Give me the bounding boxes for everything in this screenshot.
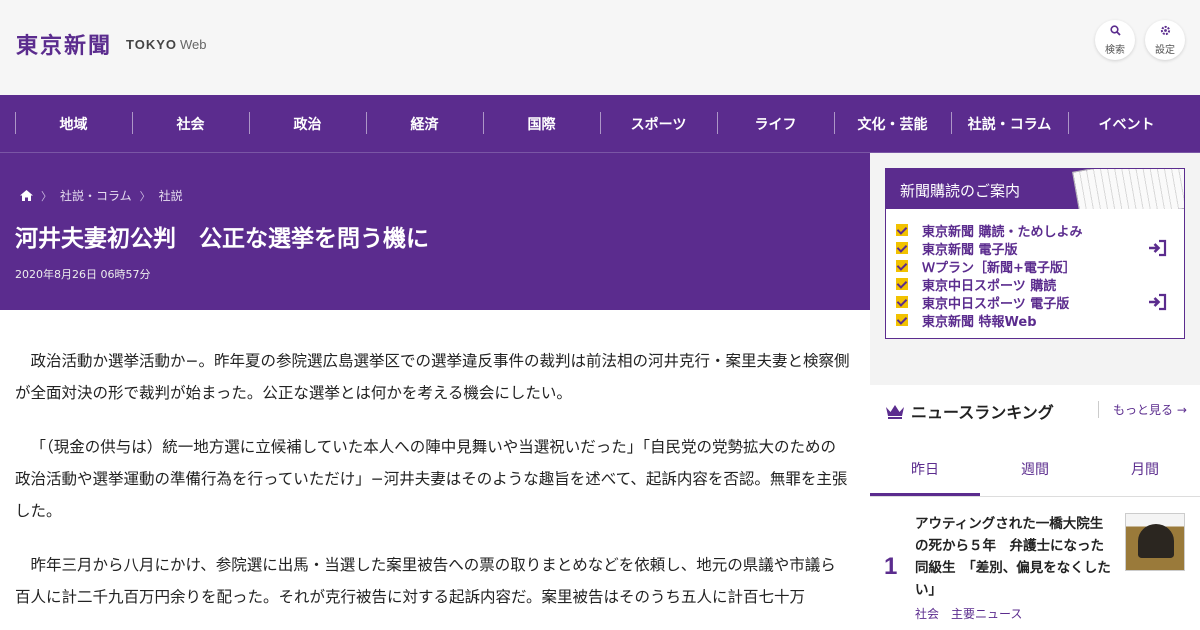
logo-english: TOKYO Web — [126, 36, 207, 52]
ranking-tag[interactable]: 主要ニュース — [951, 605, 1022, 622]
nav-item-economy[interactable]: 経済 — [366, 111, 483, 134]
subscription-link[interactable]: 東京新聞 購読・ためしよみ — [896, 221, 1083, 240]
subscription-link[interactable]: 東京新聞 電子版 — [896, 239, 1083, 258]
nav-item-international[interactable]: 国際 — [483, 111, 600, 134]
newspaper-image — [1072, 169, 1184, 209]
breadcrumb-separator: 〉 — [41, 189, 52, 203]
article-paragraph: 昨年三月から八月にかけ、参院選に出馬・当選した案里被告への票の取りまとめなどを依… — [15, 556, 836, 606]
tab-yesterday[interactable]: 昨日 — [870, 445, 980, 496]
subscription-link[interactable]: 東京中日スポーツ 購読 — [896, 275, 1083, 294]
home-icon[interactable] — [20, 190, 33, 201]
article-header: 〉 社説・コラム 〉 社説 河井夫妻初公判 公正な選挙を問う機に 2020年8月… — [0, 153, 870, 310]
nav-item-region[interactable]: 地域 — [15, 111, 132, 134]
settings-button[interactable]: 設定 — [1145, 20, 1185, 60]
breadcrumb: 〉 社説・コラム 〉 社説 — [20, 187, 183, 204]
subscription-list: 東京新聞 購読・ためしよみ 東京新聞 電子版 Ｗプラン［新聞+電子版］ 東京中日… — [896, 221, 1083, 330]
nav-item-editorial[interactable]: 社説・コラム — [951, 111, 1068, 134]
ranking-number: 1 — [884, 553, 898, 580]
settings-label: 設定 — [1155, 44, 1175, 56]
article-title: 河井夫妻初公判 公正な選挙を問う機に — [15, 226, 429, 252]
gear-icon — [1160, 25, 1171, 39]
ranking-title: ニュースランキング — [911, 403, 1054, 422]
site-header: 東京新聞 TOKYO Web 検索 設定 — [0, 0, 1200, 95]
news-ranking: ニュースランキング もっと見る → 昨日 週間 月間 1 アウティングされた一橋… — [870, 385, 1200, 630]
site-logo[interactable]: 東京新聞 TOKYO Web — [16, 28, 207, 60]
check-icon — [896, 260, 908, 272]
check-icon — [896, 224, 908, 236]
login-icon[interactable] — [1148, 293, 1168, 311]
search-icon — [1109, 24, 1121, 39]
check-icon — [896, 314, 908, 326]
sidebar: 新聞購読のご案内 東京新聞 購読・ためしよみ 東京新聞 電子版 Ｗプラン［新聞+… — [870, 153, 1200, 630]
subscription-link[interactable]: 東京新聞 特報Web — [896, 311, 1083, 330]
nav-item-society[interactable]: 社会 — [132, 111, 249, 134]
login-icon[interactable] — [1148, 239, 1168, 257]
article-body: 政治活動か選挙活動か−。昨年夏の参院選広島選挙区での選挙違反事件の裁判は前法相の… — [15, 345, 850, 630]
article-date: 2020年8月26日 06時57分 — [15, 268, 151, 281]
ranking-more-link[interactable]: もっと見る → — [1098, 401, 1187, 418]
ranking-category[interactable]: 社会 — [915, 605, 939, 622]
ranking-header: ニュースランキング — [885, 399, 1054, 423]
nav-item-politics[interactable]: 政治 — [249, 111, 366, 134]
nav-item-sports[interactable]: スポーツ — [600, 111, 717, 134]
ranking-tabs: 昨日 週間 月間 — [870, 445, 1200, 497]
ranking-item-meta: 社会 主要ニュース — [915, 605, 1022, 622]
breadcrumb-separator: 〉 — [139, 189, 151, 203]
search-button[interactable]: 検索 — [1095, 20, 1135, 60]
breadcrumb-editorial-column[interactable]: 社説・コラム — [60, 187, 132, 204]
tab-weekly[interactable]: 週間 — [980, 445, 1090, 496]
crown-icon — [885, 403, 905, 419]
tab-monthly[interactable]: 月間 — [1090, 445, 1200, 496]
ranking-item-title[interactable]: アウティングされた一橋大院生の死から５年 弁護士になった同級生 「差別、偏見をな… — [915, 513, 1115, 601]
check-icon — [896, 278, 908, 290]
subscription-header: 新聞購読のご案内 — [886, 169, 1184, 209]
article-paragraph: 「（現金の供与は）統一地方選に立候補していた本人への陣中見舞いや当選祝いだった」… — [15, 438, 848, 520]
nav-item-life[interactable]: ライフ — [717, 111, 834, 134]
main-nav: 地域 社会 政治 経済 国際 スポーツ ライフ 文化・芸能 社説・コラム イベン… — [0, 95, 1200, 153]
subscription-box: 新聞購読のご案内 東京新聞 購読・ためしよみ 東京新聞 電子版 Ｗプラン［新聞+… — [885, 168, 1185, 339]
nav-item-culture[interactable]: 文化・芸能 — [834, 111, 951, 134]
subscription-link[interactable]: 東京中日スポーツ 電子版 — [896, 293, 1083, 312]
article-paragraph: 政治活動か選挙活動か−。昨年夏の参院選広島選挙区での選挙違反事件の裁判は前法相の… — [15, 352, 850, 402]
check-icon — [896, 296, 908, 308]
breadcrumb-editorial[interactable]: 社説 — [159, 187, 183, 204]
check-icon — [896, 242, 908, 254]
logo-japanese: 東京新聞 — [16, 33, 113, 59]
arrow-right-icon: → — [1176, 403, 1187, 417]
subscription-title: 新聞購読のご案内 — [900, 182, 1021, 200]
subscription-link[interactable]: Ｗプラン［新聞+電子版］ — [896, 257, 1083, 276]
nav-item-events[interactable]: イベント — [1068, 111, 1185, 134]
search-label: 検索 — [1105, 44, 1125, 56]
ranking-thumbnail[interactable] — [1125, 513, 1185, 571]
